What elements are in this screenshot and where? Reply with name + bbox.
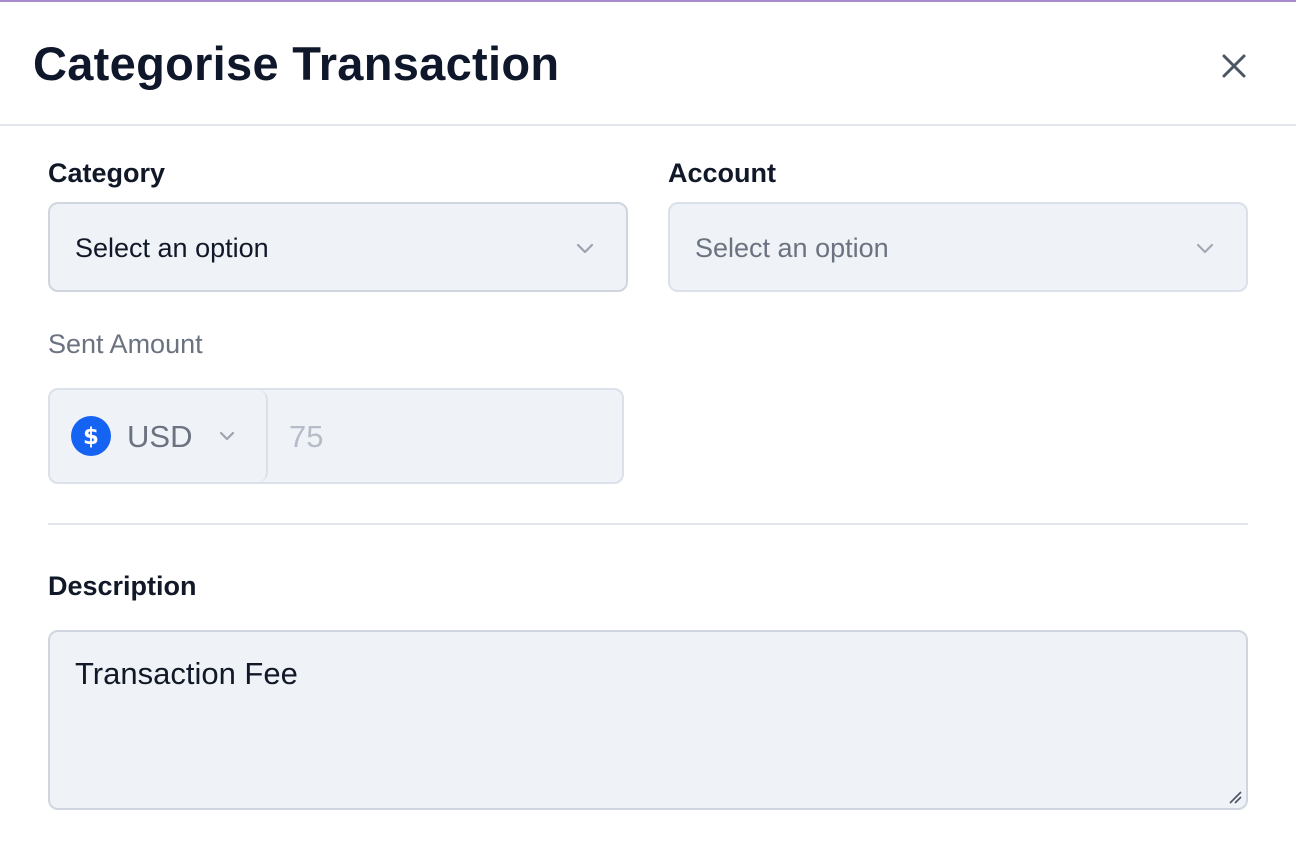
close-icon — [1222, 54, 1246, 78]
category-label: Category — [48, 158, 166, 188]
modal-header: Categorise Transaction — [0, 2, 1296, 126]
currency-code: USD — [127, 419, 193, 454]
modal-title: Categorise Transaction — [33, 37, 560, 90]
chevron-down-icon — [1196, 243, 1214, 254]
account-select-value: Select an option — [695, 233, 889, 263]
category-select[interactable]: Select an option — [48, 202, 628, 292]
dollar-circle-icon: $ — [71, 416, 111, 456]
sent-amount-label: Sent Amount — [48, 329, 203, 359]
account-label: Account — [668, 158, 776, 188]
categorise-transaction-modal: Categorise Transaction Category Select a… — [0, 0, 1296, 852]
currency-select[interactable]: $ USD — [50, 390, 268, 482]
svg-text:$: $ — [83, 424, 99, 450]
chevron-down-icon — [219, 431, 235, 441]
description-label: Description — [48, 571, 197, 601]
account-select[interactable]: Select an option — [668, 202, 1248, 292]
close-button[interactable] — [1212, 44, 1256, 88]
description-textarea[interactable]: Transaction Fee — [48, 630, 1248, 810]
category-select-value: Select an option — [75, 233, 269, 263]
description-value: Transaction Fee — [75, 656, 298, 691]
amount-input[interactable]: 75 — [289, 419, 323, 455]
sent-amount-field: $ USD 75 — [48, 388, 624, 484]
section-divider — [48, 523, 1248, 525]
resize-handle-icon[interactable] — [1228, 790, 1242, 804]
chevron-down-icon — [576, 243, 594, 254]
